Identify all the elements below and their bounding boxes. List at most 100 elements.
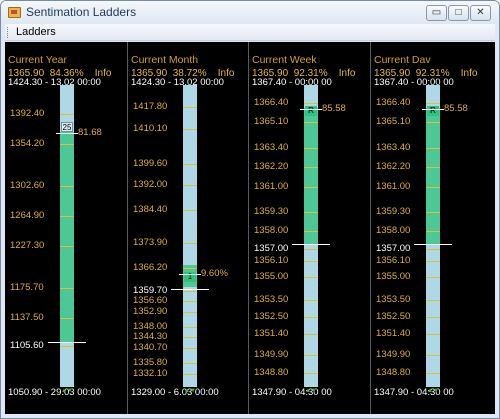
ladder-tick <box>60 144 74 145</box>
title-bar[interactable]: Sentimation Ladders ▭ □ ✕ <box>1 1 499 24</box>
price-level-label: 1357.00 <box>376 243 411 254</box>
ladder-panel[interactable]: Current Month 1365.90 38.72% Info 1424.30 … <box>128 42 250 414</box>
price-level-label: 1359.30 <box>254 206 289 217</box>
ladder-fill <box>60 132 74 342</box>
price-level-label: 1355.00 <box>254 271 289 282</box>
ladder-tick <box>304 334 318 335</box>
ladder-tick <box>183 107 197 108</box>
pct-indicator-line <box>179 274 201 275</box>
ladder-marker[interactable]: R <box>305 106 317 116</box>
ladder-tick <box>183 348 197 349</box>
ladder-tick <box>183 291 197 292</box>
pct-indicator-label: 81.68 <box>78 127 102 138</box>
ladder-panel[interactable]: Current Week 1365.90 92.31% Info 1367.40 -… <box>249 42 371 414</box>
price-level-label: 1137.50 <box>10 312 44 323</box>
scroll-arrows-icon[interactable]: ▲▼ <box>183 388 197 394</box>
price-level-label: 1361.00 <box>376 181 411 192</box>
ladder-tick <box>426 103 440 104</box>
menu-grip-icon[interactable] <box>7 27 10 38</box>
ladder-tick <box>183 185 197 186</box>
price-level-label: 1365.10 <box>254 116 289 127</box>
ladder-tick <box>426 261 440 262</box>
ladder-bar[interactable] <box>183 85 197 387</box>
pct-indicator-line <box>422 109 444 110</box>
price-level-label: 1363.40 <box>254 142 289 153</box>
panel-title: Current Month <box>131 54 199 66</box>
ladder-tick <box>304 317 318 318</box>
price-level-label: 1354.20 <box>10 138 45 149</box>
ladder-tick <box>426 249 440 250</box>
ladder-tick <box>304 231 318 232</box>
price-level-label: 1302.60 <box>10 180 45 191</box>
ladder-tick <box>426 300 440 301</box>
ladder-tick <box>304 103 318 104</box>
price-level-label: 1362.20 <box>376 161 411 172</box>
ladder-tick <box>304 187 318 188</box>
ladder-panel[interactable]: Current Year 1365.90 84.36% Info 1424.30 -… <box>5 42 127 414</box>
pct-indicator-label: 85.58 <box>444 103 468 114</box>
ladder-tick <box>304 212 318 213</box>
ladder-tick <box>183 327 197 328</box>
ladder-tick <box>426 212 440 213</box>
ladder-tick <box>60 318 74 319</box>
ladder-tick <box>304 167 318 168</box>
pct-indicator-line <box>300 109 322 110</box>
price-level-label: 1359.30 <box>376 206 411 217</box>
panel-title: Current Week <box>252 54 317 66</box>
ladder-tick <box>304 373 318 374</box>
ladder-tick <box>426 167 440 168</box>
ladder-tick <box>426 148 440 149</box>
range-top: 1367.40 - 00:00 00 <box>252 77 332 88</box>
scroll-arrows-icon[interactable]: ▲▼ <box>304 388 318 394</box>
price-level-label: 1356.60 <box>133 295 168 306</box>
price-level-label: 1361.00 <box>254 181 289 192</box>
ladder-marker[interactable]: 25 <box>61 122 73 132</box>
minimize-button[interactable]: ▭ <box>426 5 447 21</box>
price-level-label: 1366.20 <box>133 262 168 273</box>
price-level-label: 1362.20 <box>254 161 289 172</box>
ladder-tick <box>304 122 318 123</box>
price-level-label: 1373.90 <box>133 237 168 248</box>
ladder-tick <box>183 301 197 302</box>
price-level-label: 1344.30 <box>133 331 168 342</box>
price-level-label: 1332.10 <box>133 368 168 379</box>
ladder-tick <box>183 210 197 211</box>
ladder-marker[interactable]: R <box>427 106 439 116</box>
ladder-tick <box>183 374 197 375</box>
range-top: 1424.30 - 13.02 00:00 <box>131 77 224 88</box>
menu-item-ladders[interactable]: Ladders <box>16 26 56 38</box>
ladder-tick <box>304 261 318 262</box>
price-level-label: 1358.00 <box>254 225 289 236</box>
range-bottom: 1347.90 - 04:30 00 <box>252 387 332 398</box>
app-window: Sentimation Ladders ▭ □ ✕ Ladders Curren… <box>0 0 500 419</box>
range-bottom: 1347.90 - 04:30 00 <box>374 387 454 398</box>
info-link[interactable]: Info <box>339 68 356 79</box>
ladder-tick <box>183 129 197 130</box>
scroll-arrows-icon[interactable]: ▲▼ <box>60 388 74 394</box>
info-link[interactable]: Info <box>461 68 478 79</box>
price-level-label: 1353.50 <box>254 294 289 305</box>
ladder-tick <box>60 346 74 347</box>
price-level-label: 1348.80 <box>254 367 289 378</box>
app-icon <box>8 7 21 18</box>
ladder-tick <box>426 373 440 374</box>
ladder-tick <box>304 355 318 356</box>
price-level-label: 1358.00 <box>376 225 411 236</box>
ladder-tick <box>183 312 197 313</box>
price-level-label: 1105.60 <box>10 340 44 351</box>
ladder-tick <box>304 249 318 250</box>
scroll-arrows-icon[interactable]: ▲▼ <box>426 388 440 394</box>
close-button[interactable]: ✕ <box>470 5 491 21</box>
ladder-tick <box>60 186 74 187</box>
current-price-line <box>292 244 330 245</box>
maximize-button[interactable]: □ <box>448 5 469 21</box>
range-bottom: 1329.00 - 6.03 00:00 <box>131 387 219 398</box>
price-level-label: 1227.30 <box>10 240 45 251</box>
ladder-panel[interactable]: Current Dav 1365.90 92.31% Info 1367.40 - … <box>371 42 493 414</box>
panel-title: Current Year <box>8 54 67 66</box>
price-level-label: 1399.60 <box>133 158 168 169</box>
price-level-label: 1355.00 <box>376 271 411 282</box>
ladder-tick <box>183 363 197 364</box>
price-level-label: 1351.40 <box>254 328 289 339</box>
price-level-label: 1349.90 <box>376 349 411 360</box>
